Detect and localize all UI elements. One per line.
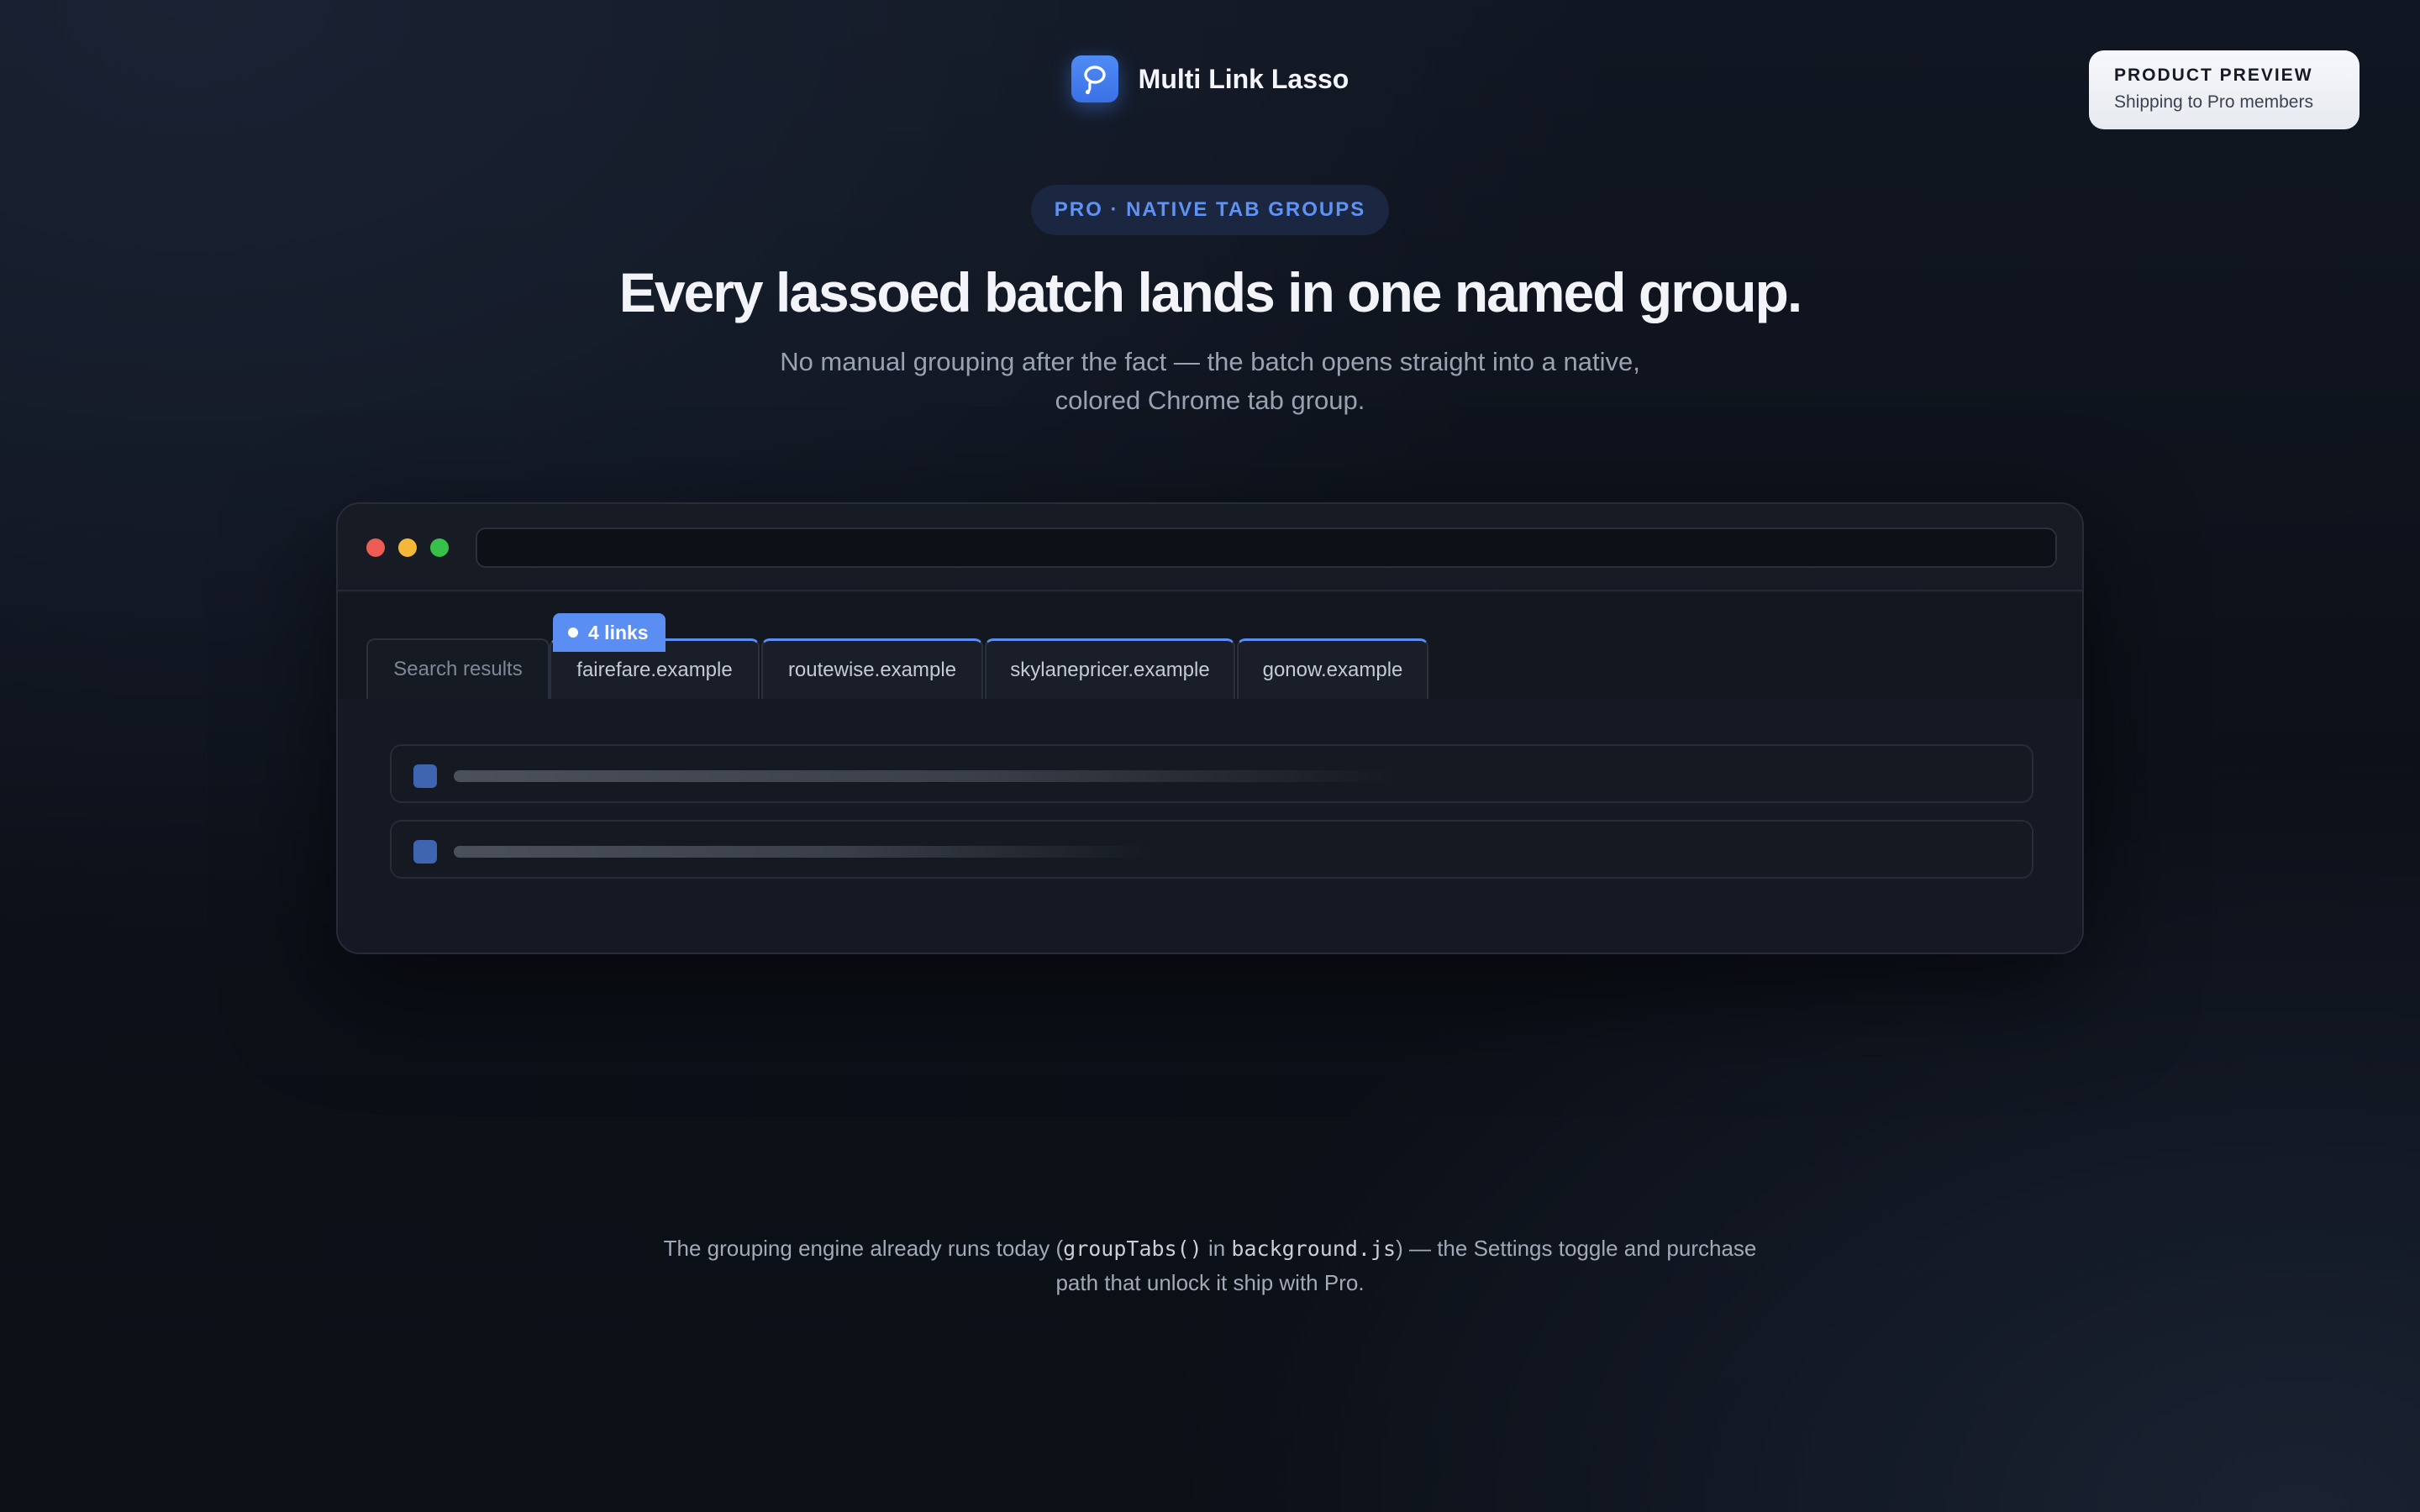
footer-note: The grouping engine already runs today (…: [655, 1231, 1765, 1299]
brand-name: Multi Link Lasso: [1138, 63, 1349, 94]
tab-routewise: routewise.example: [761, 638, 983, 699]
placeholder-row: [390, 744, 2033, 803]
brand-header: Multi Link Lasso: [0, 55, 2420, 102]
window-minimize-dot: [398, 538, 417, 557]
group-color-dot: [568, 627, 578, 638]
tab-skylanepricer: skylanepricer.example: [985, 638, 1235, 699]
footer-text: The grouping engine already runs today (: [663, 1236, 1064, 1261]
tab-search-results: Search results: [366, 638, 550, 699]
lasso-icon: [1071, 55, 1118, 102]
page-subtitle: No manual grouping after the fact — the …: [780, 347, 1640, 415]
checkbox-placeholder: [413, 840, 437, 864]
code-snippet: groupTabs(): [1063, 1236, 1202, 1261]
text-skeleton: [454, 846, 1151, 858]
browser-titlebar: [338, 504, 2082, 591]
preview-badge-title: PRODUCT PREVIEW: [2114, 66, 2313, 85]
browser-mockup: 4 links Search results fairefare.example…: [336, 502, 2084, 954]
window-maximize-dot: [430, 538, 449, 557]
tab-group-count: 4 links: [588, 621, 649, 643]
checkbox-placeholder: [413, 764, 437, 788]
code-snippet: background.js: [1231, 1236, 1397, 1261]
page-content-placeholder: [338, 699, 2082, 953]
page-title: Every lassoed batch lands in one named g…: [618, 261, 1802, 323]
tab-label: Search results: [393, 658, 523, 680]
tab-label: gonow.example: [1262, 658, 1403, 681]
preview-badge-subtitle: Shipping to Pro members: [2114, 92, 2313, 112]
placeholder-row: [390, 820, 2033, 879]
tab-label: skylanepricer.example: [1010, 658, 1210, 681]
text-skeleton: [454, 770, 1395, 782]
pro-feature-pill: PRO · NATIVE TAB GROUPS: [1030, 185, 1390, 235]
window-close-dot: [366, 538, 385, 557]
product-preview-badge: PRODUCT PREVIEW Shipping to Pro members: [2089, 50, 2360, 129]
tab-label: routewise.example: [787, 658, 957, 681]
tab-label: fairefare.example: [576, 658, 733, 681]
tab-gonow: gonow.example: [1237, 638, 1428, 699]
tab-strip: 4 links Search results fairefare.example…: [338, 593, 2082, 699]
address-bar: [476, 528, 2057, 568]
tab-group-label: 4 links: [553, 613, 666, 652]
footer-text: in: [1202, 1236, 1232, 1261]
